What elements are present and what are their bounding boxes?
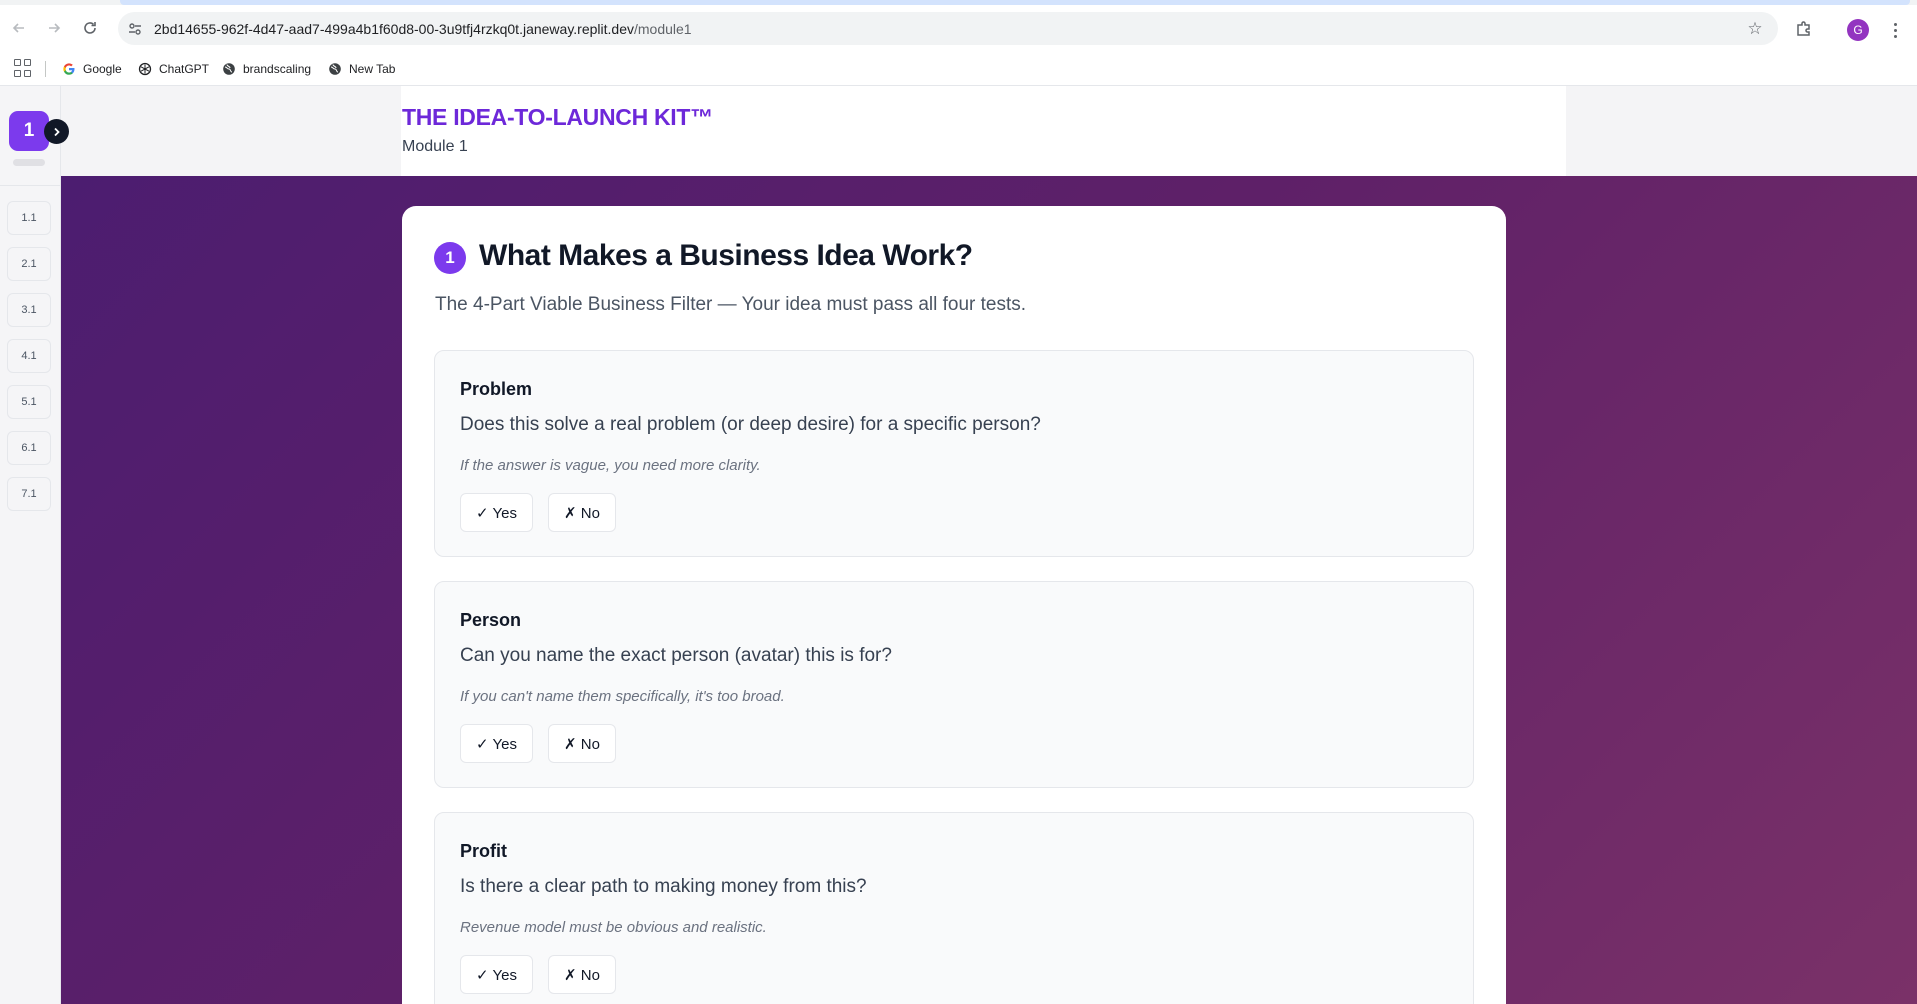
test-question: Can you name the exact person (avatar) t…: [460, 645, 892, 666]
yes-button[interactable]: ✓ Yes: [460, 724, 533, 763]
url-host: 2bd14655-962f-4d47-aad7-499a4b1f60d8-00-…: [154, 20, 634, 37]
test-card-problem: Problem Does this solve a real problem (…: [434, 350, 1474, 557]
bookmark-label: Google: [83, 62, 122, 76]
header-panel: [401, 86, 1566, 176]
test-title: Profit: [460, 841, 507, 861]
google-icon: [62, 62, 76, 76]
bookmark-label: New Tab: [349, 62, 396, 76]
module-sidebar: 1 1.1 2.1 3.1 4.1 5.1 6.1 7.1: [0, 86, 61, 1004]
no-button[interactable]: ✗ No: [548, 955, 616, 994]
apps-grid-icon[interactable]: [14, 59, 32, 77]
address-bar[interactable]: 2bd14655-962f-4d47-aad7-499a4b1f60d8-00-…: [118, 12, 1778, 45]
bookmark-label: brandscaling: [243, 62, 312, 76]
lesson-5-1[interactable]: 5.1: [7, 385, 51, 419]
test-card-profit: Profit Is there a clear path to making m…: [434, 812, 1474, 1004]
section-number-badge: 1: [434, 242, 466, 274]
star-icon[interactable]: ☆: [1744, 18, 1766, 40]
no-button[interactable]: ✗ No: [548, 493, 616, 532]
bookmark-brandscaling[interactable]: brandscaling: [222, 59, 311, 79]
module-badge[interactable]: 1: [9, 111, 49, 151]
globe-icon: [328, 62, 342, 76]
page-header: THE IDEA-TO-LAUNCH KIT™ Module 1: [61, 86, 1917, 176]
lesson-4-1[interactable]: 4.1: [7, 339, 51, 373]
lesson-7-1[interactable]: 7.1: [7, 477, 51, 511]
yes-button[interactable]: ✓ Yes: [460, 493, 533, 532]
test-hint: If you can't name them specifically, it'…: [460, 688, 785, 705]
module-subtitle: Module 1: [402, 138, 468, 155]
test-card-person: Person Can you name the exact person (av…: [434, 581, 1474, 788]
profile-avatar[interactable]: G: [1847, 19, 1869, 41]
section-title: What Makes a Business Idea Work?: [479, 239, 973, 272]
lesson-card: 1 What Makes a Business Idea Work? The 4…: [402, 206, 1506, 1004]
module-progress-bar: [13, 159, 45, 166]
test-title: Problem: [460, 379, 533, 399]
url-text: 2bd14655-962f-4d47-aad7-499a4b1f60d8-00-…: [154, 21, 692, 37]
app-root: THE IDEA-TO-LAUNCH KIT™ Module 1 1 1.1 2…: [0, 86, 1917, 1004]
chatgpt-icon: [138, 62, 152, 76]
lesson-1-1[interactable]: 1.1: [7, 201, 51, 235]
lesson-3-1[interactable]: 3.1: [7, 293, 51, 327]
url-path: /module1: [633, 20, 692, 37]
lesson-6-1[interactable]: 6.1: [7, 431, 51, 465]
section-description: The 4-Part Viable Business Filter — Your…: [435, 294, 1027, 315]
extensions-icon[interactable]: [1793, 18, 1815, 40]
bookmark-chatgpt[interactable]: ChatGPT: [138, 59, 209, 79]
browser-toolbar: 2bd14655-962f-4d47-aad7-499a4b1f60d8-00-…: [0, 5, 1917, 51]
test-hint: If the answer is vague, you need more cl…: [460, 457, 761, 474]
reload-icon[interactable]: [76, 14, 104, 42]
lesson-2-1[interactable]: 2.1: [7, 247, 51, 281]
bookmark-google[interactable]: Google: [62, 59, 122, 79]
sidebar-divider: [0, 185, 61, 186]
bookmarks-bar: Google ChatGPT brandscaling New Tab: [0, 51, 1917, 86]
chevron-right-icon: [53, 127, 60, 136]
yes-button[interactable]: ✓ Yes: [460, 955, 533, 994]
bookmark-divider: [45, 61, 46, 77]
sidebar-toggle-button[interactable]: [44, 119, 69, 144]
no-button[interactable]: ✗ No: [548, 724, 616, 763]
forward-icon[interactable]: [40, 14, 68, 42]
globe-icon: [222, 62, 236, 76]
test-hint: Revenue model must be obvious and realis…: [460, 919, 767, 936]
test-question: Is there a clear path to making money fr…: [460, 876, 867, 897]
bookmark-label: ChatGPT: [159, 62, 210, 76]
back-icon[interactable]: [5, 14, 33, 42]
menu-icon[interactable]: [1884, 16, 1906, 44]
kit-title: THE IDEA-TO-LAUNCH KIT™: [402, 104, 713, 130]
test-question: Does this solve a real problem (or deep …: [460, 414, 1041, 435]
site-info-icon[interactable]: [126, 20, 144, 38]
test-title: Person: [460, 610, 522, 630]
bookmark-new-tab[interactable]: New Tab: [328, 59, 395, 79]
